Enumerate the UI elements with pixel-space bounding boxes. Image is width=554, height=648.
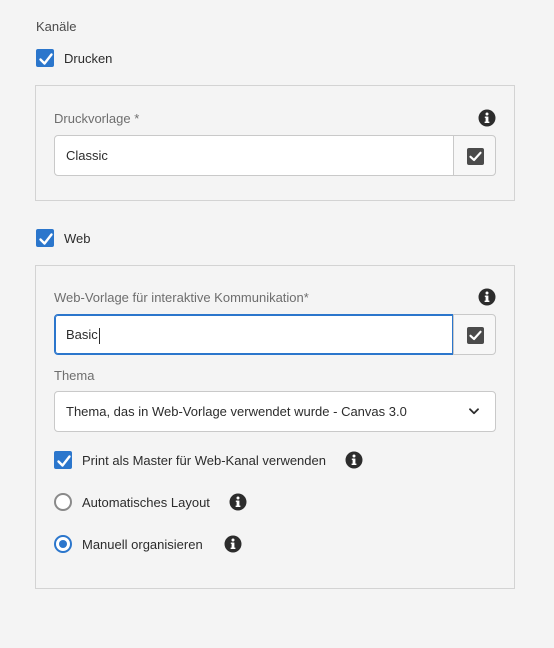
theme-select-value: Thema, das in Web-Vorlage verwendet wurd…: [66, 404, 407, 419]
print-master-checkbox[interactable]: [54, 451, 72, 469]
manual-layout-label: Manuell organisieren: [82, 537, 203, 552]
check-icon: [57, 455, 71, 467]
web-channel-checkbox[interactable]: [36, 229, 54, 247]
text-caret: [98, 327, 100, 344]
check-icon: [39, 53, 53, 65]
print-channel-checkbox[interactable]: [36, 49, 54, 67]
print-template-picker-button[interactable]: [453, 135, 496, 176]
info-icon[interactable]: [478, 288, 496, 306]
print-master-label: Print als Master für Web-Kanal verwenden: [82, 453, 326, 468]
web-channel-label: Web: [64, 231, 91, 246]
theme-select[interactable]: Thema, das in Web-Vorlage verwendet wurd…: [54, 391, 496, 432]
info-icon[interactable]: [229, 493, 247, 511]
checkbox-picker-icon: [467, 148, 484, 165]
info-icon[interactable]: [224, 535, 242, 553]
web-template-input[interactable]: Basic: [54, 314, 454, 355]
web-template-input-value: Basic: [66, 327, 98, 342]
chevron-down-icon: [469, 408, 479, 415]
check-icon: [39, 233, 53, 245]
print-template-label: Druckvorlage *: [54, 111, 140, 126]
theme-label: Thema: [54, 368, 95, 383]
web-template-picker-button[interactable]: [453, 314, 496, 355]
web-template-label: Web-Vorlage für interaktive Kommunikatio…: [54, 290, 309, 305]
print-channel-label: Drucken: [64, 51, 113, 66]
manual-layout-radio[interactable]: [54, 535, 72, 553]
info-icon[interactable]: [478, 109, 496, 127]
checkbox-picker-icon: [467, 327, 484, 344]
auto-layout-label: Automatisches Layout: [82, 495, 210, 510]
print-template-input[interactable]: Classic: [54, 135, 454, 176]
info-icon[interactable]: [345, 451, 363, 469]
channels-heading: Kanäle: [36, 19, 77, 34]
auto-layout-radio[interactable]: [54, 493, 72, 511]
